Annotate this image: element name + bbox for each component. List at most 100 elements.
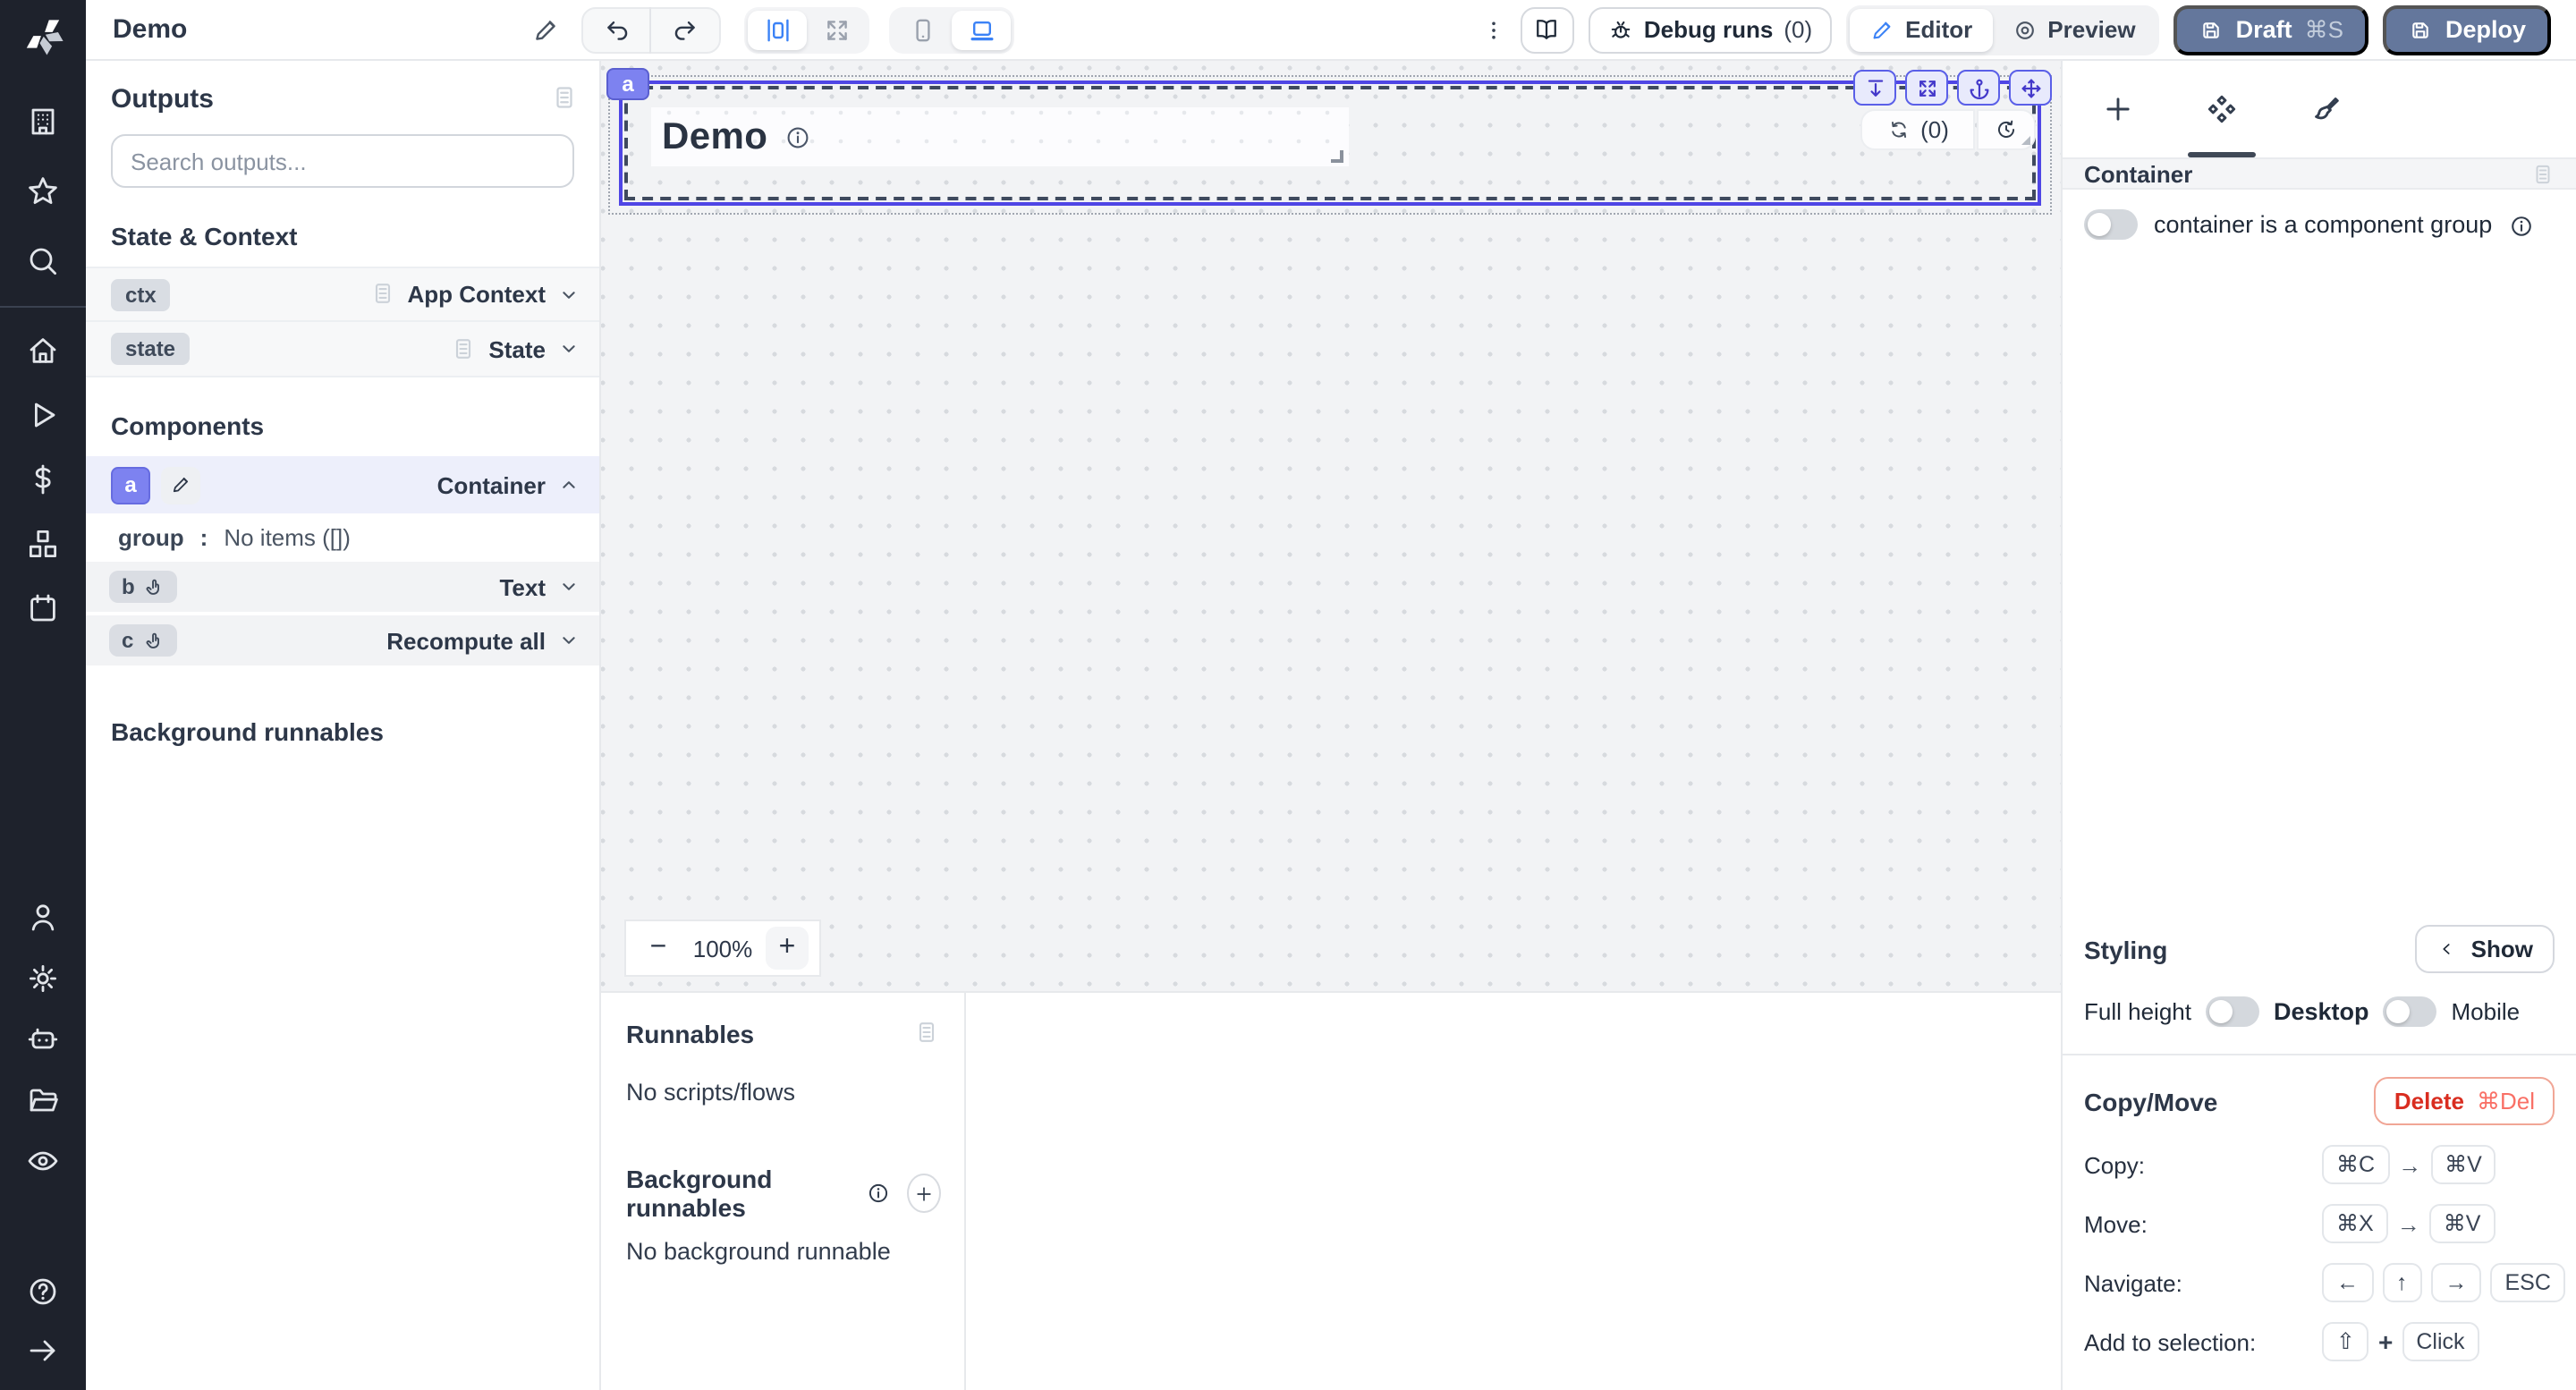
component-row-recompute[interactable]: c Recompute all <box>86 615 599 669</box>
kbd-esc: ESC <box>2491 1263 2565 1302</box>
background-runnables-heading: Background runnables <box>626 1165 854 1222</box>
text-component[interactable]: Demo <box>651 107 1349 166</box>
full-height-toggle[interactable] <box>2206 996 2259 1027</box>
output-row-ctx[interactable]: ctx App Context <box>86 267 599 322</box>
undo-redo-group <box>581 6 721 53</box>
schedules-icon[interactable] <box>25 590 61 626</box>
debug-runs-count: (0) <box>1784 16 1812 43</box>
navigate-label: Navigate: <box>2084 1269 2322 1296</box>
state-label: State <box>488 335 546 362</box>
docs-button[interactable] <box>1521 6 1574 53</box>
kbd-arrow-up: ↑ <box>2382 1263 2422 1302</box>
canvas-zoom-bar: − 100% + <box>624 920 821 977</box>
component-row-container[interactable]: a Container <box>86 456 599 513</box>
workers-icon[interactable] <box>25 1021 61 1057</box>
recompute-badge-letter: c <box>122 628 133 653</box>
edit-title-icon[interactable] <box>531 15 560 44</box>
workspace-icon[interactable] <box>25 104 61 140</box>
centered-layout-button[interactable] <box>748 10 807 49</box>
move-button[interactable] <box>2009 70 2052 106</box>
history-indicator[interactable] <box>1977 109 2036 150</box>
audit-logs-icon[interactable] <box>25 1143 61 1179</box>
refresh-count: (0) <box>1920 116 1949 143</box>
delete-shortcut: ⌘Del <box>2477 1087 2535 1115</box>
draft-button[interactable]: Draft ⌘S <box>2174 4 2368 55</box>
kbd-arrow-left: ← <box>2322 1263 2373 1302</box>
resize-handle[interactable] <box>1331 150 1343 163</box>
desktop-label: Desktop <box>2274 998 2369 1025</box>
component-type-header: Container <box>2063 157 2576 190</box>
runnables-doc-icon[interactable] <box>914 1020 941 1047</box>
outputs-doc-icon[interactable] <box>551 84 578 111</box>
refresh-icon <box>1886 118 1910 141</box>
runnables-empty-text: No scripts/flows <box>626 1079 941 1106</box>
draft-label: Draft <box>2236 16 2292 43</box>
preview-icon <box>2012 17 2037 42</box>
debug-runs-button[interactable]: Debug runs (0) <box>1589 6 1832 53</box>
variables-icon[interactable] <box>25 462 61 497</box>
ctx-badge: ctx <box>111 278 171 310</box>
chevron-down-icon[interactable] <box>556 574 581 599</box>
zoom-level: 100% <box>680 935 766 962</box>
runs-icon[interactable] <box>25 397 61 433</box>
styling-section: Styling Show Full height Desktop Mobile <box>2063 925 2576 1054</box>
bug-icon <box>1608 17 1633 42</box>
chevron-down-icon[interactable] <box>556 282 581 307</box>
favorites-icon[interactable] <box>25 174 61 209</box>
expand-component-button[interactable] <box>1905 70 1948 106</box>
add-background-runnable-button[interactable] <box>908 1174 941 1213</box>
component-row-text[interactable]: b Text <box>86 562 599 615</box>
overflow-menu-icon[interactable] <box>1481 13 1506 46</box>
mobile-label: Mobile <box>2452 998 2521 1025</box>
styling-show-button[interactable]: Show <box>2416 925 2555 973</box>
rename-component-icon[interactable] <box>161 466 200 504</box>
kbd-arrow-right: → <box>2431 1263 2482 1302</box>
help-icon[interactable] <box>25 1274 61 1309</box>
expand-down-button[interactable] <box>1853 70 1896 106</box>
search-icon[interactable] <box>25 243 61 279</box>
selected-container[interactable]: Demo <box>619 81 2041 206</box>
plus-glyph: + <box>2378 1327 2393 1356</box>
layout-toggle-group <box>744 6 869 53</box>
windmill-logo-icon[interactable] <box>20 11 66 57</box>
refresh-indicator[interactable]: (0) <box>1860 109 1975 150</box>
editor-preview-segment: Editor Preview <box>1846 4 2158 55</box>
component-group-toggle[interactable] <box>2084 209 2138 240</box>
active-tab-underline <box>2188 152 2256 157</box>
kbd-cmd-x: ⌘X <box>2322 1204 2388 1243</box>
folders-icon[interactable] <box>25 1082 61 1118</box>
desktop-view-button[interactable] <box>952 10 1011 49</box>
home-icon[interactable] <box>25 333 61 369</box>
device-toggle-group <box>889 6 1014 53</box>
component-type-label: Container <box>2084 160 2192 187</box>
app-canvas[interactable]: Demo a (0) − 100% + <box>601 61 2061 991</box>
expand-sidebar-icon[interactable] <box>25 1333 61 1369</box>
chevron-down-icon[interactable] <box>556 628 581 653</box>
text-label: Text <box>499 573 546 600</box>
tab-component-settings[interactable] <box>2170 61 2274 157</box>
settings-icon[interactable] <box>25 961 61 996</box>
tab-editor[interactable]: Editor <box>1850 8 1992 51</box>
search-outputs-input[interactable] <box>131 148 555 174</box>
anchor-button[interactable] <box>1957 70 2000 106</box>
fullscreen-layout-button[interactable] <box>807 10 866 49</box>
state-badge: state <box>111 333 190 365</box>
mobile-view-button[interactable] <box>893 10 952 49</box>
tab-insert-component[interactable] <box>2066 61 2170 157</box>
resources-icon[interactable] <box>25 526 61 562</box>
deploy-button[interactable]: Deploy <box>2383 4 2551 55</box>
move-label: Move: <box>2084 1210 2322 1237</box>
chevron-down-icon[interactable] <box>556 336 581 361</box>
component-doc-icon[interactable] <box>2531 162 2555 185</box>
tab-preview[interactable]: Preview <box>1992 8 2155 51</box>
delete-button[interactable]: Delete ⌘Del <box>2375 1077 2555 1125</box>
undo-button[interactable] <box>583 6 651 53</box>
chevron-up-icon[interactable] <box>556 472 581 497</box>
zoom-out-button[interactable]: − <box>637 927 680 970</box>
zoom-in-button[interactable]: + <box>766 927 809 970</box>
tab-styling[interactable] <box>2274 61 2377 157</box>
users-icon[interactable] <box>25 900 61 936</box>
desktop-toggle[interactable] <box>2384 996 2437 1027</box>
redo-button[interactable] <box>651 6 719 53</box>
output-row-state[interactable]: state State <box>86 322 599 377</box>
